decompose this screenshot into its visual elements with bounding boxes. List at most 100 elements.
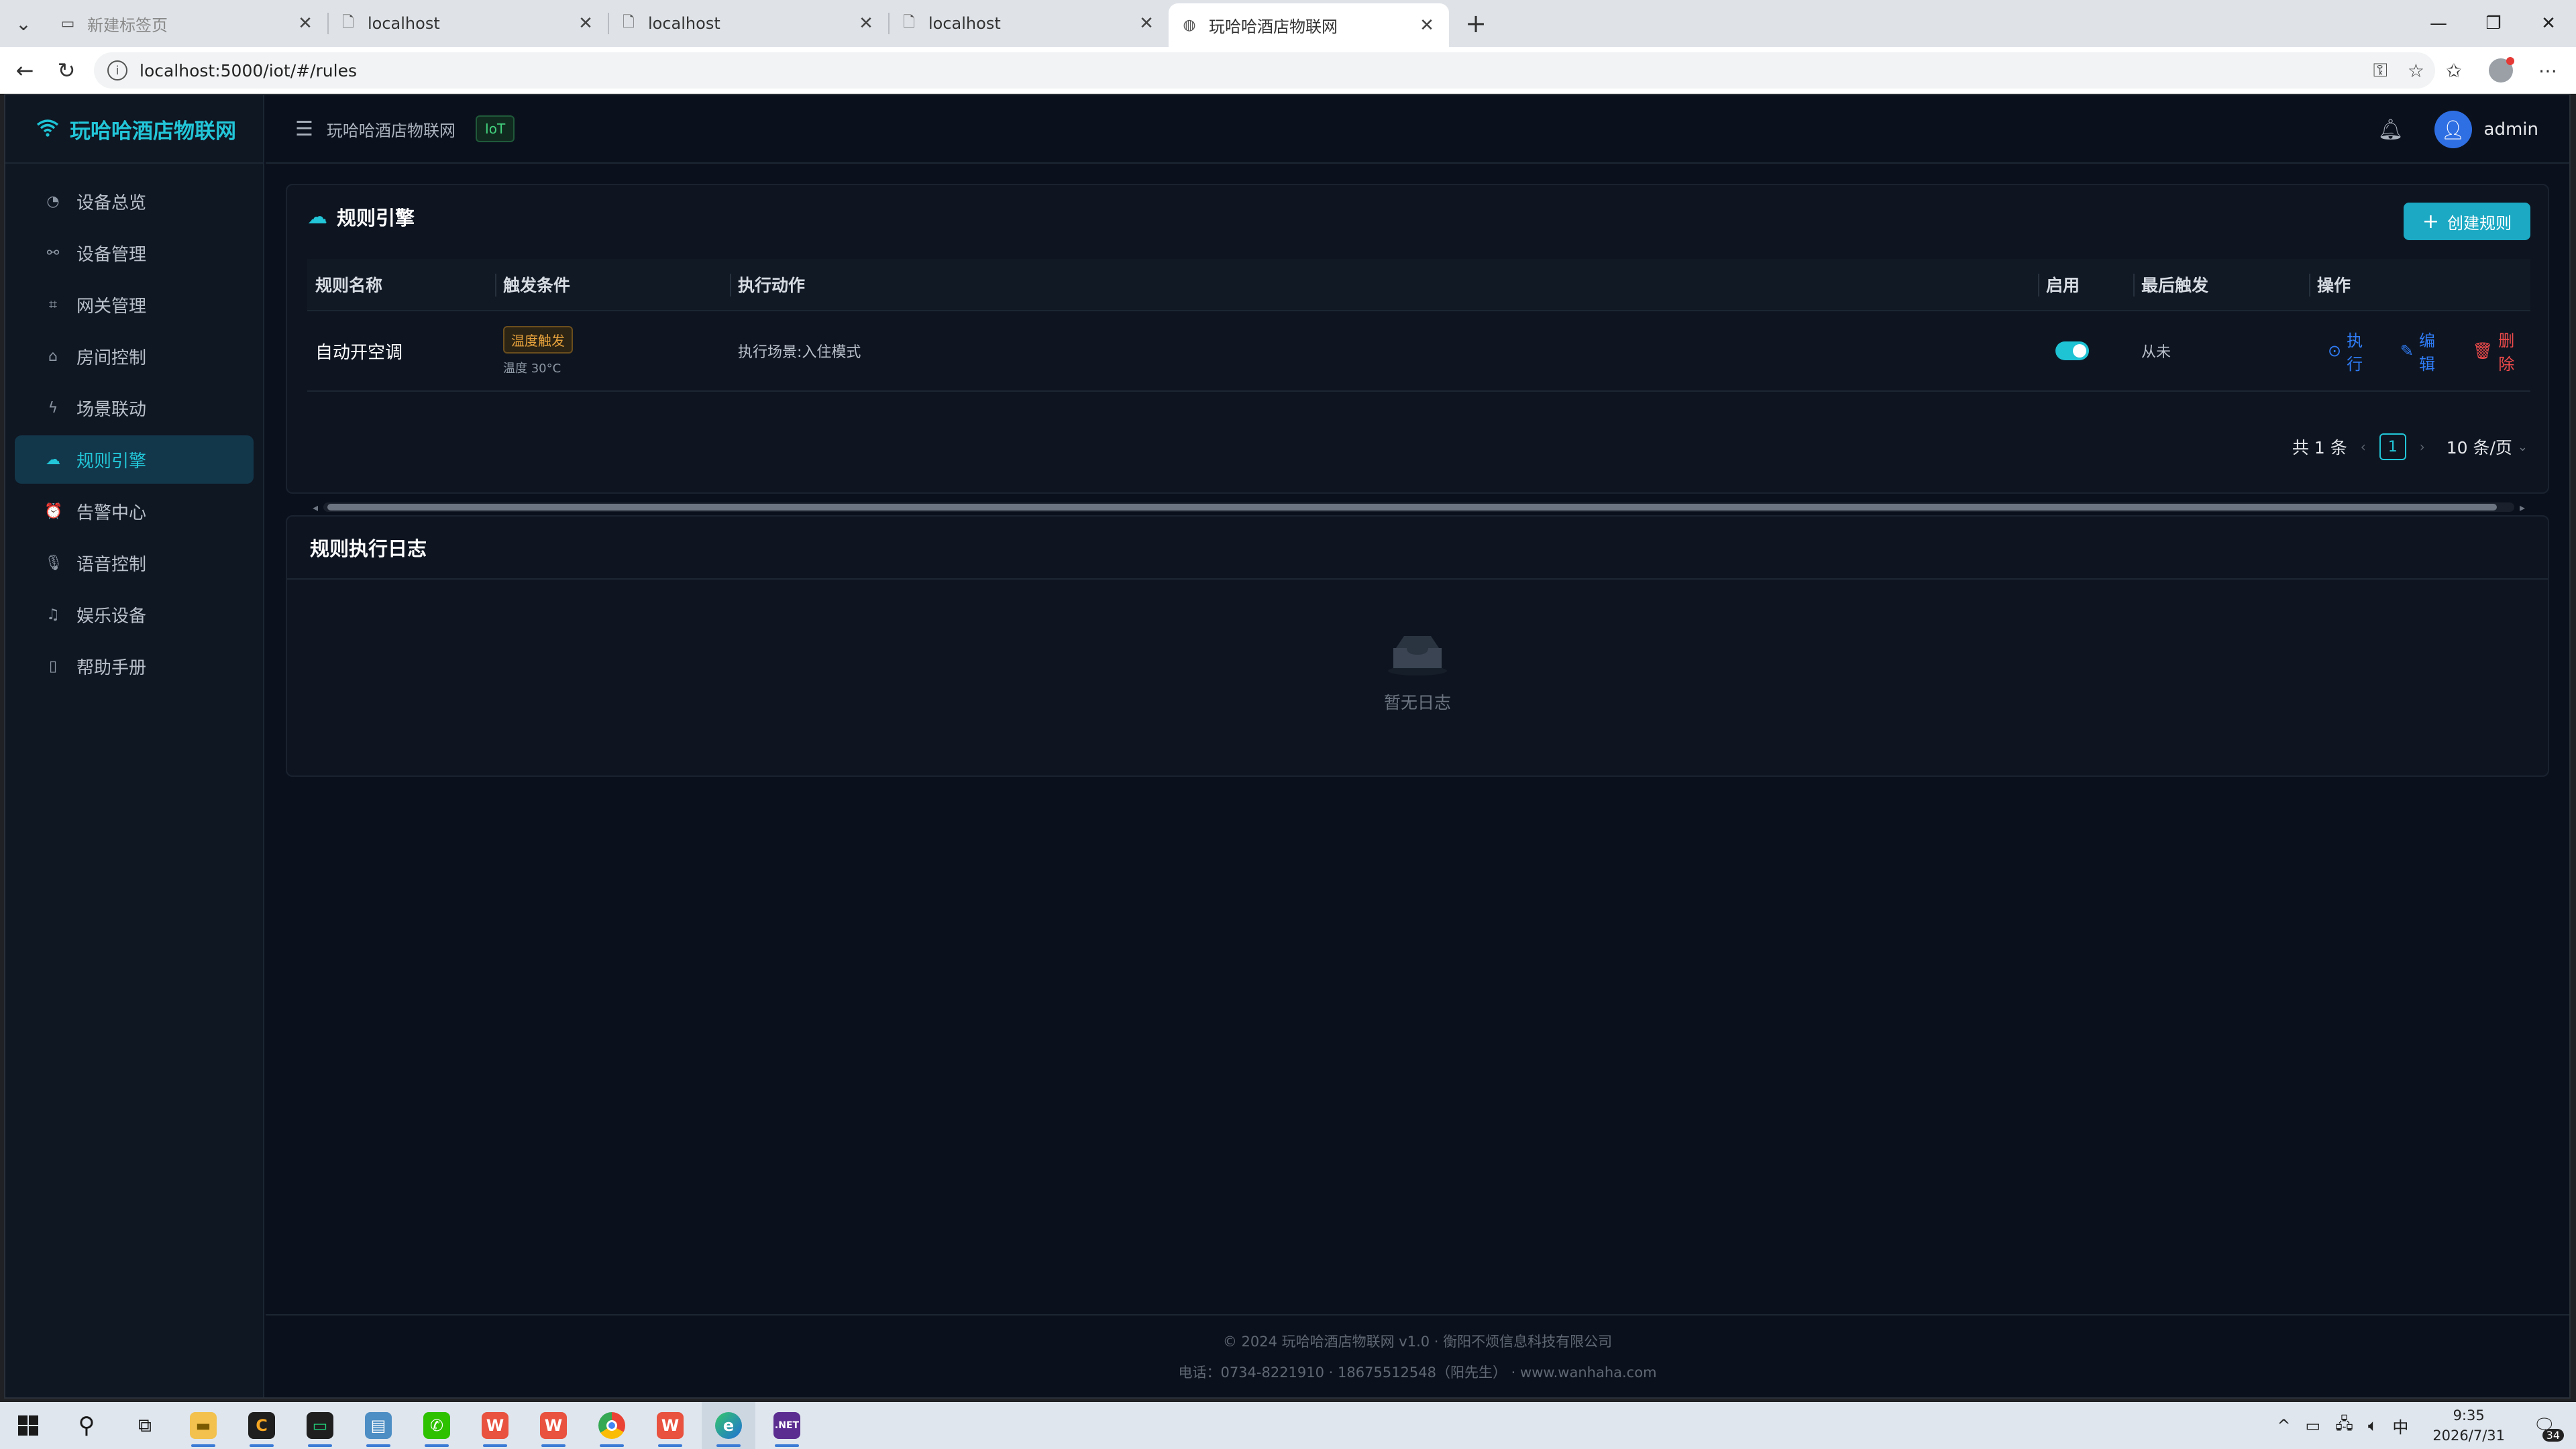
browser-tab[interactable]: 🗋 localhost ✕: [888, 3, 1169, 44]
lightning-icon: ϟ: [48, 399, 58, 417]
tab-title: localhost: [368, 14, 440, 33]
brand-name: 玩哈哈酒店物联网: [70, 119, 236, 144]
close-icon[interactable]: ✕: [576, 13, 596, 34]
next-page-icon[interactable]: ›: [2420, 439, 2425, 455]
empty-inbox-icon: [1387, 631, 1448, 676]
notification-icon[interactable]: 🗨︎ 34: [2529, 1412, 2564, 1442]
wps-icon[interactable]: W: [468, 1402, 522, 1449]
column-header: 操作: [2309, 259, 2530, 310]
file-explorer-icon[interactable]: ▬: [176, 1402, 230, 1449]
chrome-icon[interactable]: [585, 1402, 639, 1449]
notepad-icon[interactable]: ▤: [352, 1402, 405, 1449]
avatar[interactable]: 👤︎: [2434, 111, 2472, 148]
scroll-thumb[interactable]: [327, 504, 2497, 511]
run-label: 执行: [2347, 331, 2363, 374]
ime-indicator[interactable]: 中: [2392, 1414, 2408, 1438]
favorites-icon[interactable]: ✩: [2439, 56, 2469, 85]
clock-date: 2026/7/31: [2432, 1428, 2505, 1444]
network-icon[interactable]: 🖧︎: [2335, 1412, 2353, 1440]
sidebar-item-label: 房间控制: [76, 347, 147, 368]
rule-name: 自动开空调: [315, 342, 403, 363]
alarm-icon: ⏰: [44, 502, 63, 520]
scroll-right-icon[interactable]: ▸: [2514, 501, 2530, 514]
iot-app: 玩哈哈酒店物联网 ◔ 设备总览 ⚯ 设备管理 ⌗ 网关管理 ⌂ 房间控制 ϟ 场景联动 ☁…: [4, 94, 2571, 1399]
windows-start-icon[interactable]: [1, 1402, 55, 1449]
favorite-star-icon[interactable]: ☆: [2408, 60, 2424, 82]
profile-icon[interactable]: [2486, 56, 2516, 85]
trigger-cell: 温度触发 温度 30°C: [495, 311, 730, 390]
microphone-icon: 🎙: [44, 554, 63, 572]
close-icon[interactable]: ✕: [1417, 15, 1437, 36]
back-icon[interactable]: ←: [4, 50, 46, 91]
page-number[interactable]: 1: [2379, 433, 2406, 460]
refresh-icon[interactable]: ↻: [46, 50, 87, 91]
search-icon[interactable]: ⚲: [60, 1402, 113, 1449]
edge-icon[interactable]: e: [702, 1402, 755, 1449]
system-tray: ^ ▭ 🖧︎ 🔈︎ 中 9:35 2026/7/31 🗨︎ 34: [2277, 1402, 2576, 1449]
window-close-icon[interactable]: ✕: [2521, 0, 2576, 47]
sidebar-item-scene[interactable]: ϟ 场景联动: [15, 384, 254, 432]
address-bar[interactable]: i localhost:5000/iot/#/rules ⚿ ☆: [94, 52, 2435, 89]
display-icon[interactable]: ▭: [2305, 1416, 2320, 1435]
more-icon[interactable]: ⋯: [2533, 56, 2563, 85]
sidebar-item-alarm[interactable]: ⏰ 告警中心: [15, 487, 254, 535]
plus-icon: +: [2422, 209, 2439, 233]
tab-title: localhost: [928, 14, 1001, 33]
bell-icon[interactable]: 🔔︎: [2377, 118, 2403, 142]
notification-count: 34: [2542, 1429, 2564, 1442]
page-size-select[interactable]: 10 条/页 ⌄: [2447, 435, 2528, 459]
sidebar-item-entertainment[interactable]: ♫ 娱乐设备: [15, 590, 254, 639]
horizontal-scrollbar[interactable]: ◂ ▸: [307, 499, 2530, 515]
volume-icon[interactable]: 🔈︎: [2368, 1416, 2377, 1435]
scroll-track[interactable]: [323, 502, 2514, 512]
sidebar-item-room-control[interactable]: ⌂ 房间控制: [15, 332, 254, 380]
cloud-icon: ☁: [46, 451, 60, 468]
run-button[interactable]: ⊙ 执行: [2328, 327, 2379, 374]
create-rule-button[interactable]: + 创建规则: [2403, 203, 2530, 240]
menu-collapse-icon[interactable]: ☰: [295, 117, 313, 141]
sidebar-item-help[interactable]: ▯ 帮助手册: [15, 642, 254, 690]
minimize-icon[interactable]: —: [2411, 0, 2466, 47]
browser-tab[interactable]: 🗋 localhost ✕: [327, 3, 608, 44]
user-name[interactable]: admin: [2484, 119, 2538, 140]
close-icon[interactable]: ✕: [295, 13, 315, 34]
empty-state: 暂无日志: [287, 631, 2548, 714]
tab-title: 玩哈哈酒店物联网: [1209, 17, 1338, 36]
restore-icon[interactable]: ❐: [2466, 0, 2521, 47]
terminal-icon[interactable]: ▭: [293, 1402, 347, 1449]
chevron-up-icon[interactable]: ^: [2277, 1416, 2290, 1435]
footer: © 2024 玩哈哈酒店物联网 v1.0 · 衡阳不烦信息科技有限公司 电话：0…: [266, 1314, 2569, 1397]
edit-button[interactable]: ✎ 编辑: [2400, 327, 2451, 374]
browser-tab[interactable]: 🗋 localhost ✕: [608, 3, 888, 44]
enable-toggle[interactable]: [2055, 341, 2089, 360]
wechat-icon[interactable]: ✆: [410, 1402, 464, 1449]
iot-badge: IoT: [475, 115, 515, 142]
sidebar-item-voice[interactable]: 🎙 语音控制: [15, 539, 254, 587]
wps-icon[interactable]: W: [643, 1402, 697, 1449]
brand: 玩哈哈酒店物联网: [5, 95, 263, 164]
browser-tab[interactable]: ▭ 新建标签页 ✕: [47, 3, 327, 44]
scroll-left-icon[interactable]: ◂: [307, 501, 323, 514]
sidebar-item-device-management[interactable]: ⚯ 设备管理: [15, 229, 254, 277]
prev-page-icon[interactable]: ‹: [2361, 439, 2366, 455]
browser-toolbar: ✩ ⋯: [2439, 52, 2563, 89]
logs-card-header: 规则执行日志: [287, 517, 2548, 580]
clock[interactable]: 9:35 2026/7/31: [2432, 1405, 2505, 1446]
new-tab-button[interactable]: +: [1456, 3, 1496, 44]
top-header: ☰ 玩哈哈酒店物联网 IoT 🔔︎ 👤︎ admin: [266, 95, 2569, 164]
dotnet-icon[interactable]: .NET: [760, 1402, 814, 1449]
tab-actions-menu-icon[interactable]: ⌄: [0, 0, 47, 47]
site-info-icon[interactable]: i: [107, 60, 127, 80]
task-view-icon[interactable]: ⧉: [118, 1402, 172, 1449]
browser-tab-active[interactable]: ◍ 玩哈哈酒店物联网 ✕: [1169, 3, 1449, 47]
close-icon[interactable]: ✕: [1136, 13, 1157, 34]
app-c-icon[interactable]: C: [235, 1402, 288, 1449]
sidebar-item-device-overview[interactable]: ◔ 设备总览: [15, 177, 254, 225]
delete-button[interactable]: 🗑︎ 删除: [2473, 327, 2530, 374]
wps-icon[interactable]: W: [527, 1402, 580, 1449]
key-icon[interactable]: ⚿: [2373, 59, 2387, 82]
link-icon: ⚯: [46, 244, 60, 262]
sidebar-item-rules[interactable]: ☁ 规则引擎: [15, 435, 254, 484]
sidebar-item-gateway[interactable]: ⌗ 网关管理: [15, 280, 254, 329]
close-icon[interactable]: ✕: [856, 13, 876, 34]
